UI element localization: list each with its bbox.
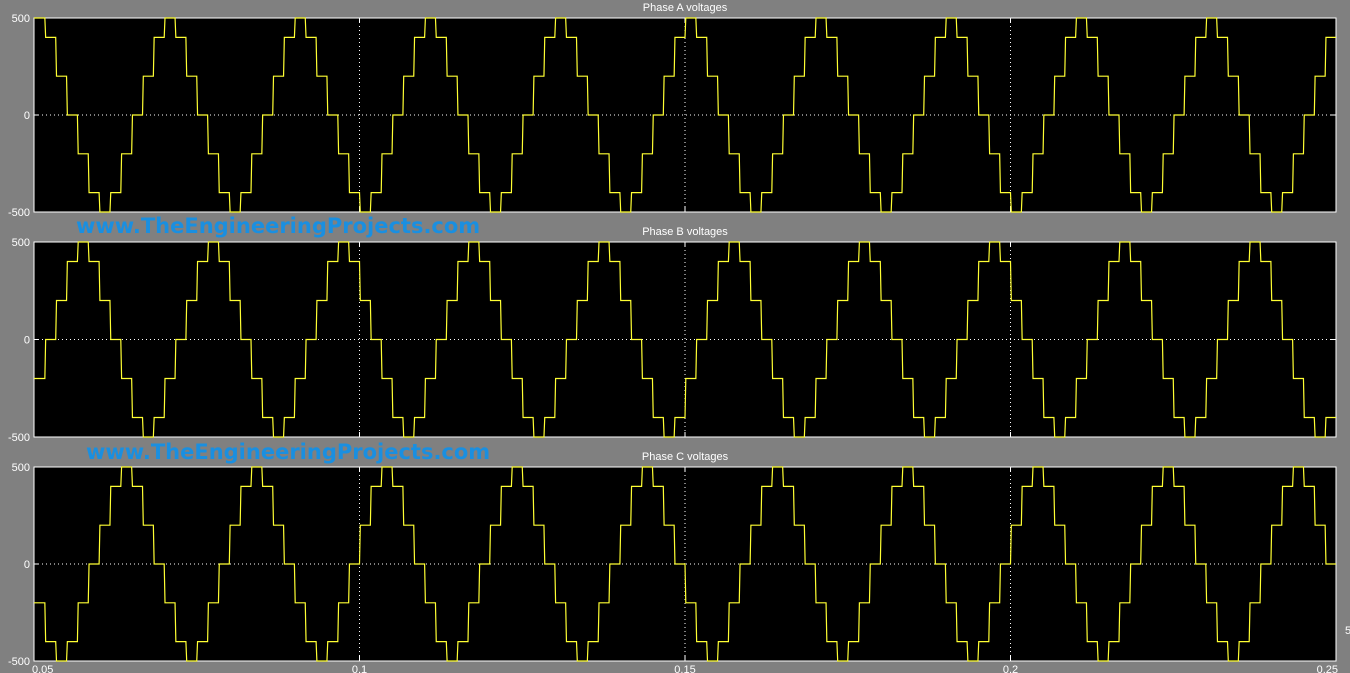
- y-tick-label: 0: [24, 335, 30, 347]
- scope-figure: Phase A voltages5000-500www.TheEngineeri…: [8, 2, 1350, 673]
- y-tick-label: 500: [12, 237, 30, 249]
- plot-title: Phase A voltages: [643, 2, 728, 14]
- y-tick-label: -500: [8, 432, 30, 444]
- watermark-text: www.TheEngineeringProjects.com: [86, 440, 490, 464]
- y-tick-label: 500: [12, 462, 30, 474]
- scope-window: Phase A voltages 500 0 -500 www.TheEngineeri…: [0, 0, 1350, 673]
- plot-title: Phase C voltages: [642, 451, 729, 463]
- y-tick-label: -500: [8, 207, 30, 219]
- plot-title: Phase B voltages: [642, 226, 728, 238]
- x-tick-label: 0.2: [1003, 664, 1018, 673]
- x-tick-label: 0.15: [674, 664, 695, 673]
- phase-plot-1: Phase A voltages 500 0 -500 www.TheEngineeri…: [8, 2, 1337, 238]
- y-tick-label: 0: [24, 559, 30, 571]
- y-tick-label: -500: [8, 656, 30, 668]
- phase-plot-2: Phase B voltages 500 0 -500 www.TheEngineeri…: [8, 226, 1337, 464]
- x-tick-label: 0.25: [1317, 664, 1338, 673]
- watermark-text: www.TheEngineeringProjects.com: [76, 214, 480, 238]
- x-tick-label: 0.05: [32, 664, 53, 673]
- axis-edge-label: 5: [1345, 625, 1350, 637]
- y-tick-label: 500: [12, 13, 30, 25]
- y-tick-label: 0: [24, 110, 30, 122]
- phase-plot-3: Phase C voltages 500 0 -5000.05 0.1 0.15 0.2 0.…: [8, 451, 1338, 673]
- x-tick-label: 0.1: [352, 664, 367, 673]
